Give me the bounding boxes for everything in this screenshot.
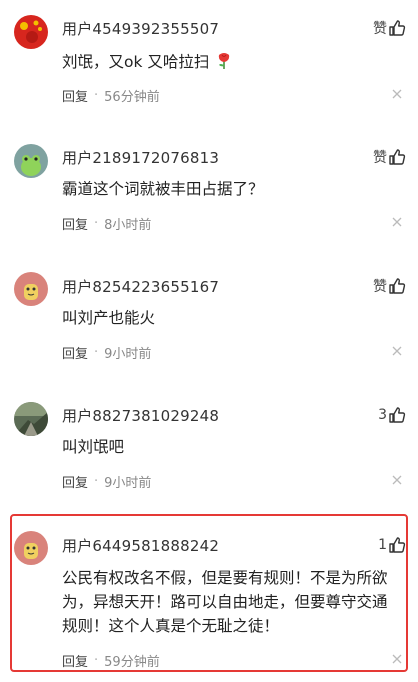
comment-item: 用户2189172076813 赞 霸道这个词就被丰田占据了？ 回复 · 8小时… xyxy=(0,128,418,256)
close-icon[interactable] xyxy=(392,346,402,356)
username[interactable]: 用户2189172076813 xyxy=(62,147,219,168)
avatar-image xyxy=(14,15,48,49)
comment-item: 用户4549392355507 赞 刘氓，又ok 又哈拉扫 回复 · 56分钟前 xyxy=(0,0,418,128)
close-icon[interactable] xyxy=(392,475,402,485)
reply-button[interactable]: 回复 xyxy=(62,343,88,362)
separator-dot: · xyxy=(94,653,99,668)
reply-button[interactable]: 回复 xyxy=(62,86,88,105)
like-button[interactable]: 赞 xyxy=(373,275,406,297)
separator-dot: · xyxy=(94,474,99,489)
comment-text: 公民有权改名不假，但是要有规则！不是为所欲为，异想天开！路可以自由地走，但要尊守… xyxy=(62,569,388,635)
like-label: 赞 xyxy=(373,279,387,295)
comment-meta: 回复 · 56分钟前 xyxy=(62,86,160,105)
separator-dot: · xyxy=(94,88,99,103)
avatar[interactable] xyxy=(14,272,48,306)
username[interactable]: 用户8827381029248 xyxy=(62,405,219,426)
comment-meta: 回复 · 9小时前 xyxy=(62,472,151,491)
comment-text: 叫刘产也能火 xyxy=(62,309,156,327)
reply-button[interactable]: 回复 xyxy=(62,651,88,670)
avatar-image xyxy=(14,402,48,436)
thumbs-up-icon xyxy=(388,277,406,295)
like-button[interactable]: 3 xyxy=(378,404,406,426)
comment-item: 用户6449581888242 1 公民有权改名不假，但是要有规则！不是为所欲为… xyxy=(0,514,418,682)
like-button[interactable]: 1 xyxy=(378,534,406,556)
thumbs-up-icon xyxy=(388,406,406,424)
like-count: 1 xyxy=(378,537,387,553)
username[interactable]: 用户6449581888242 xyxy=(62,535,219,556)
username[interactable]: 用户8254223655167 xyxy=(62,276,219,297)
reply-button[interactable]: 回复 xyxy=(62,472,88,491)
avatar-image xyxy=(14,531,48,565)
avatar[interactable] xyxy=(14,15,48,49)
timestamp: 59分钟前 xyxy=(104,655,160,670)
avatar[interactable] xyxy=(14,531,48,565)
separator-dot: · xyxy=(94,216,99,231)
username[interactable]: 用户4549392355507 xyxy=(62,18,219,39)
timestamp: 8小时前 xyxy=(104,218,152,233)
comment-item: 用户8254223655167 赞 叫刘产也能火 回复 · 9小时前 xyxy=(0,256,418,386)
timestamp: 9小时前 xyxy=(104,476,152,491)
reply-button[interactable]: 回复 xyxy=(62,214,88,233)
close-icon[interactable] xyxy=(392,89,402,99)
thumbs-up-icon xyxy=(388,148,406,166)
like-count: 3 xyxy=(378,407,387,423)
like-label: 赞 xyxy=(373,150,387,166)
thumbs-up-icon xyxy=(388,536,406,554)
close-icon[interactable] xyxy=(392,217,402,227)
comment-text: 霸道这个词就被丰田占据了？ xyxy=(62,180,264,198)
comment-body: 刘氓，又ok 又哈拉扫 xyxy=(62,53,210,71)
comment-meta: 回复 · 59分钟前 xyxy=(62,651,160,670)
close-icon[interactable] xyxy=(392,654,402,664)
avatar[interactable] xyxy=(14,402,48,436)
comment-text: 刘氓，又ok 又哈拉扫 xyxy=(62,50,398,77)
comment-text: 叫刘氓吧 xyxy=(62,438,125,456)
timestamp: 56分钟前 xyxy=(104,90,160,105)
separator-dot: · xyxy=(94,345,99,360)
comment-item: 用户8827381029248 3 叫刘氓吧 回复 · 9小时前 xyxy=(0,386,418,514)
like-label: 赞 xyxy=(373,21,387,37)
like-button[interactable]: 赞 xyxy=(373,146,406,168)
avatar-image xyxy=(14,272,48,306)
thumbs-up-icon xyxy=(388,19,406,37)
timestamp: 9小时前 xyxy=(104,347,152,362)
like-button[interactable]: 赞 xyxy=(373,17,406,39)
avatar-image xyxy=(14,144,48,178)
comment-meta: 回复 · 9小时前 xyxy=(62,343,151,362)
rose-emoji-icon xyxy=(216,52,232,77)
comment-meta: 回复 · 8小时前 xyxy=(62,214,151,233)
avatar[interactable] xyxy=(14,144,48,178)
